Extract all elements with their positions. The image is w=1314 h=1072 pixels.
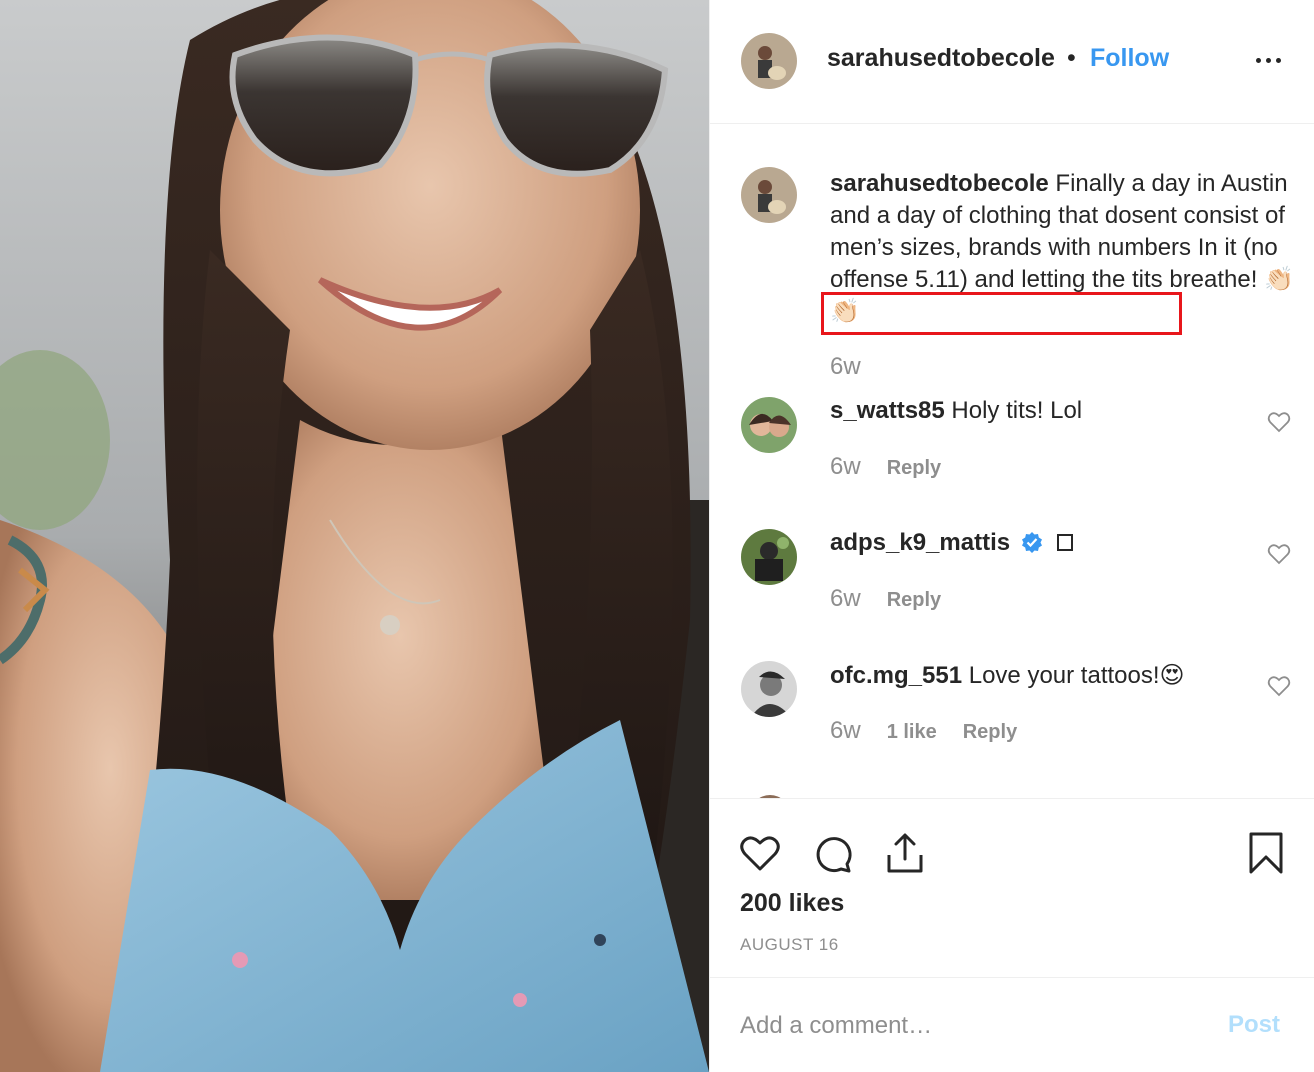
author-username[interactable]: sarahusedtobecole <box>827 44 1055 73</box>
comment-username[interactable]: s_watts85 <box>830 397 945 424</box>
comment-username[interactable]: ofc.mg_551 <box>830 662 962 689</box>
reply-button[interactable]: Reply <box>887 457 941 479</box>
author-avatar[interactable] <box>741 33 797 89</box>
separator-dot: • <box>1067 44 1076 72</box>
comment-meta: 6w Reply <box>830 453 941 481</box>
verified-badge-icon <box>1021 532 1042 553</box>
comment-timestamp[interactable]: 6w <box>830 717 861 744</box>
comment-meta: 6w 1 like Reply <box>830 717 1017 745</box>
comment-item: s_watts85 Holy tits! Lol 6w Reply <box>710 397 1314 517</box>
comment-like-count[interactable]: 1 like <box>887 721 937 743</box>
comment-item: ofc.mg_551 Love your tattoos!😍 6w 1 like R… <box>710 661 1314 781</box>
more-options-icon[interactable] <box>1254 50 1284 70</box>
post-date[interactable]: AUGUST 16 <box>740 935 839 955</box>
comment-line: ofc.mg_551 Love your tattoos!😍 <box>830 661 1185 690</box>
share-upload-icon[interactable] <box>883 831 927 875</box>
like-heart-icon[interactable] <box>738 831 782 875</box>
comment-line: adps_k9_mattis <box>830 529 1074 557</box>
comment-text: Holy tits! Lol <box>951 397 1083 424</box>
like-comment-heart-icon[interactable] <box>1267 542 1291 566</box>
like-comment-heart-icon[interactable] <box>1267 410 1291 434</box>
post-side-panel: sarahusedtobecole • Follow sarahusedtobe… <box>709 0 1314 1072</box>
follow-button[interactable]: Follow <box>1090 44 1169 73</box>
like-comment-heart-icon[interactable] <box>1267 674 1291 698</box>
commenter-avatar[interactable] <box>741 661 797 717</box>
caption-username[interactable]: sarahusedtobecole <box>830 170 1049 197</box>
comment-item: adps_k9_mattis 6w Reply <box>710 529 1314 649</box>
comment-username[interactable]: adps_k9_mattis <box>830 529 1010 556</box>
comment-bubble-icon[interactable] <box>811 831 855 875</box>
highlight-box <box>821 292 1182 335</box>
save-bookmark-icon[interactable] <box>1244 831 1288 875</box>
selfie-image <box>0 0 709 1072</box>
post-comment-button[interactable]: Post <box>1228 1011 1280 1039</box>
commenter-avatar[interactable] <box>741 397 797 453</box>
post-header: sarahusedtobecole • Follow <box>710 0 1314 124</box>
caption-avatar[interactable] <box>741 167 797 223</box>
comment-composer: Post <box>710 978 1314 1072</box>
comment-timestamp[interactable]: 6w <box>830 453 861 480</box>
caption-timestamp[interactable]: 6w <box>830 353 861 381</box>
comment-meta: 6w Reply <box>830 585 941 613</box>
add-comment-input[interactable] <box>740 1008 1200 1044</box>
reply-button[interactable]: Reply <box>963 721 1017 743</box>
comments-list[interactable]: sarahusedtobecole Finally a day in Austi… <box>710 125 1314 798</box>
post-photo[interactable] <box>0 0 709 1072</box>
comment-timestamp[interactable]: 6w <box>830 585 861 612</box>
post-actions: 200 likes AUGUST 16 <box>710 798 1314 978</box>
unrendered-emoji-icon <box>1057 534 1074 551</box>
commenter-avatar[interactable] <box>741 529 797 585</box>
likes-count[interactable]: 200 likes <box>740 889 844 918</box>
reply-button[interactable]: Reply <box>887 589 941 611</box>
comment-line: s_watts85 Holy tits! Lol <box>830 397 1082 425</box>
comment-text: Love your tattoos!😍 <box>968 662 1185 689</box>
